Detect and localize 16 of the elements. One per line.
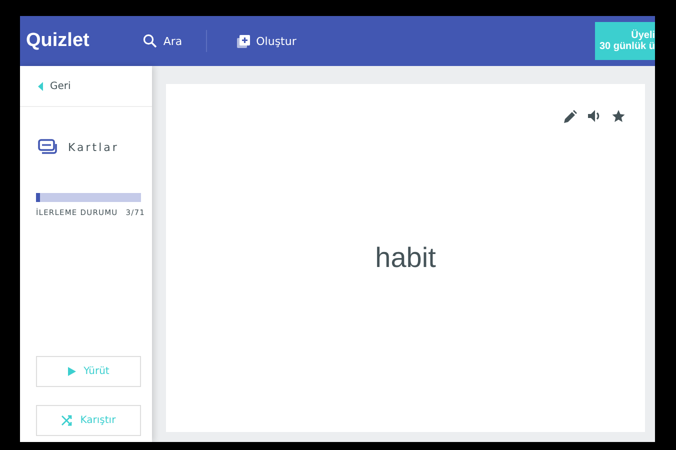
card-term: habit: [375, 242, 436, 274]
search-icon: [143, 34, 158, 48]
add-icon: [237, 34, 250, 48]
mode-title: Kartlar: [68, 140, 119, 154]
cards-icon: [38, 139, 58, 155]
search-link[interactable]: Ara: [143, 34, 182, 48]
flashcard[interactable]: habit: [166, 84, 645, 432]
logo[interactable]: Quizlet: [26, 30, 90, 52]
back-link[interactable]: Geri: [20, 66, 152, 107]
star-icon[interactable]: [612, 110, 625, 122]
shuffle-icon: [61, 415, 72, 426]
speaker-icon[interactable]: [588, 110, 601, 122]
edit-icon[interactable]: [564, 110, 577, 123]
back-caret-icon: [38, 82, 43, 90]
play-icon: [68, 367, 76, 376]
create-link[interactable]: Oluştur: [237, 34, 296, 48]
